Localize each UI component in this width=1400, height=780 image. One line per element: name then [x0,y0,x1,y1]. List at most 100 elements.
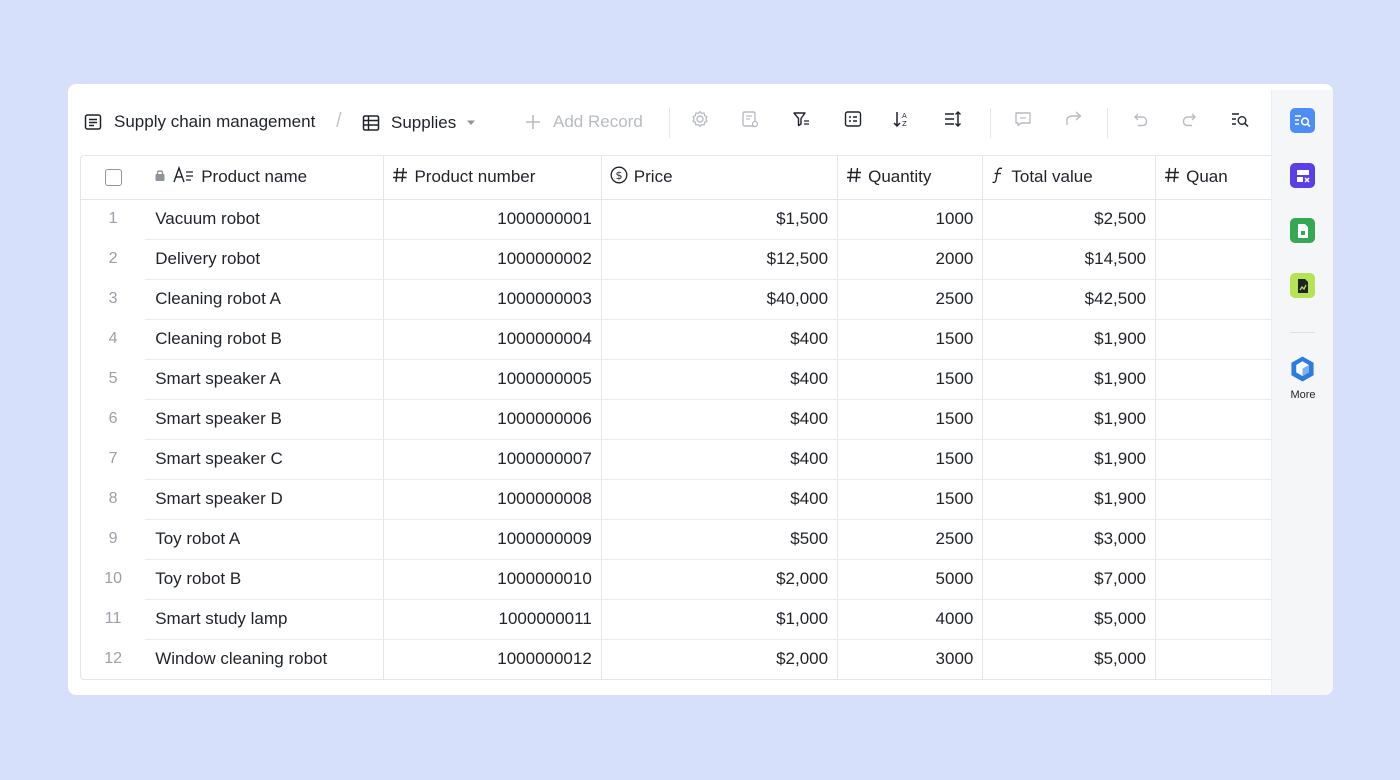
column-header-price[interactable]: $ Price [601,156,839,200]
cell-product-name[interactable]: Vacuum robot [145,199,385,240]
redo-button[interactable] [1178,109,1202,133]
cell-quantity-2[interactable] [1155,199,1271,240]
sort-button[interactable]: AZ [890,109,914,133]
select-all-cell[interactable] [81,156,146,200]
doc-title-link[interactable]: Supply chain management [84,112,315,132]
cell-price[interactable]: $400 [601,359,839,400]
cell-product-number[interactable]: 1000000006 [383,399,602,440]
cell-total-value[interactable]: $42,500 [982,279,1157,320]
cell-product-number[interactable]: 1000000005 [383,359,602,400]
cell-product-number[interactable]: 1000000012 [383,639,602,679]
cell-price[interactable]: $400 [601,439,839,480]
cell-total-value[interactable]: $1,900 [982,479,1157,520]
table-row[interactable]: 11 Smart study lamp 1000000011 $1,000 4000 $5… [81,599,1271,640]
cell-quantity-2[interactable] [1155,479,1271,520]
cell-product-name[interactable]: Cleaning robot A [145,279,385,320]
cell-quantity-2[interactable] [1155,559,1271,600]
cell-quantity[interactable]: 1500 [837,319,984,360]
cell-quantity-2[interactable] [1155,279,1271,320]
cell-quantity[interactable]: 1500 [837,399,984,440]
cell-quantity[interactable]: 1500 [837,479,984,520]
table-row[interactable]: 10 Toy robot B 1000000010 $2,000 5000 $7,000 [81,559,1271,600]
comment-button[interactable] [1011,109,1035,133]
table-row[interactable]: 3 Cleaning robot A 1000000003 $40,000 2500 $4… [81,279,1271,320]
cell-quantity[interactable]: 5000 [837,559,984,600]
cell-price[interactable]: $400 [601,399,839,440]
table-row[interactable]: 2 Delivery robot 1000000002 $12,500 2000 $14,… [81,239,1271,280]
cell-quantity-2[interactable] [1155,439,1271,480]
cell-price[interactable]: $500 [601,519,839,560]
cell-quantity[interactable]: 3000 [837,639,984,679]
cell-price[interactable]: $2,000 [601,639,839,679]
column-header-quantity[interactable]: Quantity [837,156,984,200]
form-app-icon[interactable] [1290,163,1315,188]
cell-product-name[interactable]: Toy robot A [145,519,385,560]
share-button[interactable] [1062,109,1086,133]
field-config-button[interactable] [738,109,762,133]
column-header-quantity-2[interactable]: Quan [1155,156,1271,200]
cell-quantity[interactable]: 2500 [837,519,984,560]
sheet-app-icon[interactable] [1290,218,1315,243]
cell-total-value[interactable]: $2,500 [982,199,1157,240]
cell-price[interactable]: $400 [601,319,839,360]
cell-quantity[interactable]: 1000 [837,199,984,240]
cell-product-number[interactable]: 1000000001 [383,199,602,240]
cell-product-name[interactable]: Cleaning robot B [145,319,385,360]
cell-quantity[interactable]: 4000 [837,599,984,640]
cell-total-value[interactable]: $14,500 [982,239,1157,280]
cell-quantity[interactable]: 2500 [837,279,984,320]
cell-quantity-2[interactable] [1156,639,1271,679]
cell-total-value[interactable]: $3,000 [982,519,1157,560]
undo-button[interactable] [1128,109,1152,133]
cell-quantity-2[interactable] [1155,359,1271,400]
cell-quantity-2[interactable] [1155,519,1271,560]
cell-price[interactable]: $2,000 [601,559,839,600]
search-app-icon[interactable] [1290,108,1315,133]
more-apps-icon[interactable] [1290,356,1315,381]
cell-price[interactable]: $400 [601,479,839,520]
table-row[interactable]: 6 Smart speaker B 1000000006 $400 1500 $1,900 [81,399,1271,440]
cell-product-name[interactable]: Smart speaker A [145,359,385,400]
cell-quantity[interactable]: 1500 [837,439,984,480]
cell-price[interactable]: $1,500 [601,199,839,240]
cell-total-value[interactable]: $7,000 [982,559,1157,600]
cell-quantity-2[interactable] [1155,599,1271,640]
table-row[interactable]: 4 Cleaning robot B 1000000004 $400 1500 $1,90… [81,319,1271,360]
cell-product-name[interactable]: Toy robot B [145,559,385,600]
cell-product-name[interactable]: Smart speaker D [145,479,385,520]
cell-product-name[interactable]: Smart speaker B [145,399,385,440]
cell-quantity-2[interactable] [1155,399,1271,440]
select-all-checkbox[interactable] [104,169,122,187]
more-label[interactable]: More [1272,389,1333,401]
cell-product-name[interactable]: Window cleaning robot [145,639,385,679]
cell-product-number[interactable]: 1000000011 [383,599,602,640]
cell-product-number[interactable]: 1000000008 [383,479,602,520]
cell-total-value[interactable]: $1,900 [982,439,1157,480]
column-header-product-name[interactable]: Product name [145,156,385,200]
table-row[interactable]: 7 Smart speaker C 1000000007 $400 1500 $1,900 [81,439,1271,480]
cell-price[interactable]: $40,000 [601,279,839,320]
cell-total-value[interactable]: $1,900 [982,359,1157,400]
table-row[interactable]: 8 Smart speaker D 1000000008 $400 1500 $1,900 [81,479,1271,520]
group-button[interactable] [841,109,865,133]
cell-total-value[interactable]: $5,000 [982,599,1157,640]
cell-product-number[interactable]: 1000000003 [383,279,602,320]
table-row[interactable]: 5 Smart speaker A 1000000005 $400 1500 $1,900 [81,359,1271,400]
cell-quantity-2[interactable] [1155,239,1271,280]
add-record-button[interactable]: Add Record [524,112,643,132]
cell-product-number[interactable]: 1000000002 [383,239,602,280]
cell-total-value[interactable]: $5,000 [982,639,1157,679]
row-height-button[interactable] [941,109,965,133]
cell-total-value[interactable]: $1,900 [982,319,1157,360]
chart-app-icon[interactable] [1290,273,1315,298]
cell-product-number[interactable]: 1000000007 [383,439,602,480]
table-selector[interactable]: Supplies [362,113,476,133]
cell-product-name[interactable]: Smart study lamp [145,599,385,640]
table-row[interactable]: 9 Toy robot A 1000000009 $500 2500 $3,000 [81,519,1271,560]
cell-total-value[interactable]: $1,900 [982,399,1157,440]
cell-quantity-2[interactable] [1155,319,1271,360]
cell-product-number[interactable]: 1000000004 [383,319,602,360]
cell-quantity[interactable]: 2000 [837,239,984,280]
cell-product-number[interactable]: 1000000009 [383,519,602,560]
column-header-product-number[interactable]: Product number [383,156,602,200]
